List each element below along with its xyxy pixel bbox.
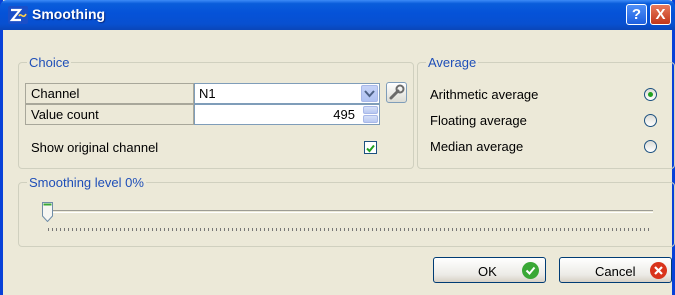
choice-group-label: Choice <box>27 55 72 70</box>
help-button[interactable]: ? <box>626 4 647 25</box>
smoothing-slider-track[interactable] <box>43 210 653 213</box>
channel-combobox[interactable]: N1 <box>194 83 380 104</box>
value-count-spinbox[interactable]: 495 <box>194 104 380 125</box>
value-count-spinner[interactable] <box>363 106 378 123</box>
average-option-label: Arithmetic average <box>430 87 539 102</box>
smoothing-slider-ticks <box>48 228 652 231</box>
cancel-button-label: Cancel <box>595 264 636 279</box>
ok-button-label: OK <box>478 264 497 279</box>
spin-up-icon[interactable] <box>363 106 378 114</box>
chevron-down-icon[interactable] <box>361 85 378 102</box>
channel-value: N1 <box>199 86 216 101</box>
smoothing-level-label: Smoothing level 0% <box>27 175 146 190</box>
smoothing-level-group: Smoothing level 0% <box>18 175 675 247</box>
average-group-label: Average <box>426 55 479 70</box>
show-original-label: Show original channel <box>31 140 159 155</box>
wrench-icon <box>389 84 405 100</box>
average-option-label: Floating average <box>430 113 527 128</box>
smoothing-slider-thumb[interactable] <box>42 202 53 223</box>
spin-down-icon[interactable] <box>363 115 378 123</box>
smoothing-dialog: Smoothing ? X Choice Channel N1 Value co… <box>0 0 675 295</box>
cancel-button[interactable]: Cancel <box>559 257 672 283</box>
channel-label: Channel <box>25 83 194 104</box>
average-option-label: Median average <box>430 139 524 154</box>
close-button[interactable]: X <box>650 4 671 25</box>
floating-average-radio[interactable] <box>644 114 657 127</box>
checkmark-icon <box>366 144 375 153</box>
cancel-x-icon <box>650 262 667 279</box>
window-title: Smoothing <box>32 6 106 22</box>
title-bar[interactable]: Smoothing ? X <box>0 0 675 30</box>
median-average-radio[interactable] <box>644 140 657 153</box>
radio-selected-dot <box>648 92 653 97</box>
wrench-button[interactable] <box>386 82 407 103</box>
smoothing-app-icon <box>8 6 28 24</box>
value-count-label: Value count <box>25 104 194 125</box>
choice-group: Choice Channel N1 Value count 495 Show o… <box>18 55 414 169</box>
arithmetic-average-radio[interactable] <box>644 88 657 101</box>
show-original-checkbox[interactable] <box>364 141 377 154</box>
check-circle-icon <box>522 262 539 279</box>
value-count-value: 495 <box>333 107 355 122</box>
average-group: Average Arithmetic average Floating aver… <box>417 55 675 169</box>
ok-button[interactable]: OK <box>433 257 546 283</box>
